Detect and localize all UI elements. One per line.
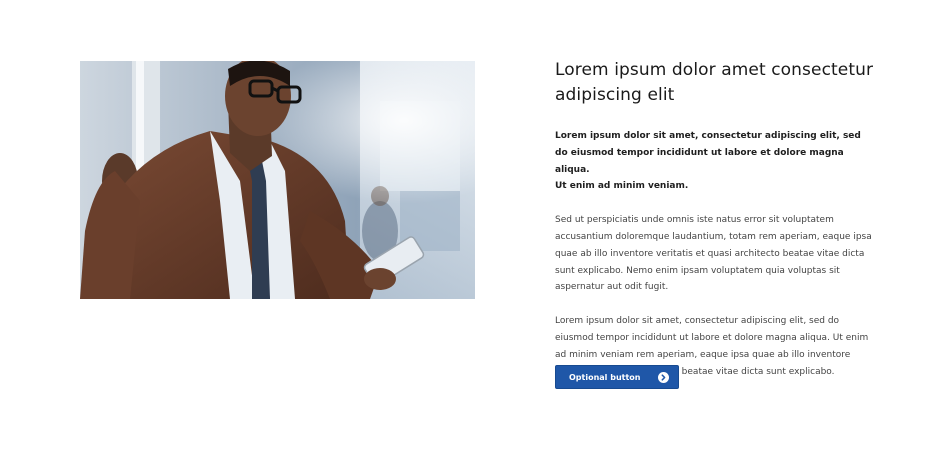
lead-line: Ut enim ad minim veniam. [555, 181, 689, 192]
hero-image [80, 61, 475, 299]
page: Lorem ipsum dolor amet consectetur adipi… [0, 0, 950, 450]
section-title: Lorem ipsum dolor amet consectetur adipi… [555, 60, 874, 105]
optional-button[interactable]: Optional button [555, 365, 679, 389]
lead-text: Lorem ipsum dolor sit amet, consectetur … [555, 128, 875, 195]
optional-button-label: Optional button [569, 372, 641, 382]
lead-line: Lorem ipsum dolor sit amet, consectetur … [555, 131, 861, 175]
chevron-right-circle-icon [658, 371, 669, 383]
content-section: Lorem ipsum dolor amet consectetur adipi… [555, 58, 875, 380]
body-paragraph-1: Sed ut perspiciatis unde omnis iste natu… [555, 215, 872, 293]
